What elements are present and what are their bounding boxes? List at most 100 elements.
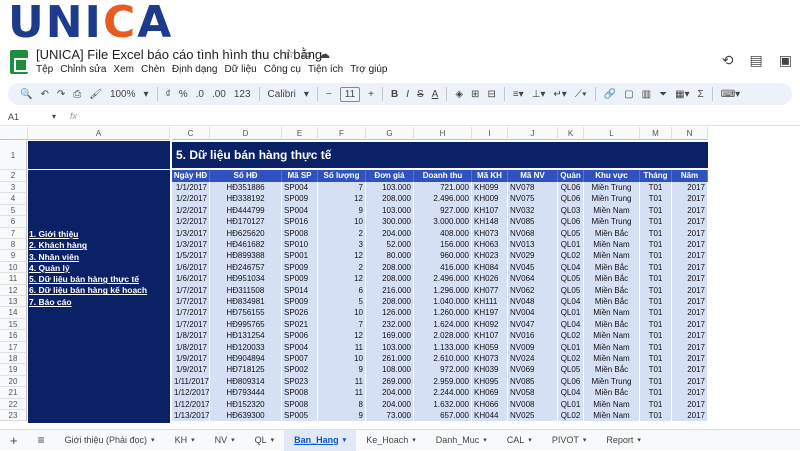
column-header[interactable]: L [584, 127, 640, 140]
menu-item[interactable]: Chèn [141, 64, 165, 75]
table-cell[interactable]: QL04 [558, 261, 584, 274]
table-cell[interactable]: 208.000 [366, 193, 414, 205]
table-cell[interactable]: HĐ834981 [210, 296, 282, 308]
table-cell[interactable]: 1/3/2017 [172, 227, 210, 239]
table-cell[interactable]: Miền Bắc [584, 273, 640, 285]
name-box-caret-icon[interactable]: ▾ [52, 112, 56, 121]
table-cell[interactable]: Miền Trung [584, 182, 640, 194]
table-cell[interactable]: 2017 [672, 398, 708, 410]
sheet-tab[interactable]: QL ▾ [245, 430, 285, 451]
table-cell[interactable]: SP002 [282, 364, 318, 376]
table-cell[interactable]: 2017 [672, 216, 708, 228]
table-cell[interactable]: 1.260.000 [414, 307, 472, 319]
star-icon[interactable]: ☆ [284, 47, 295, 61]
table-cell[interactable]: 156.000 [414, 239, 472, 251]
table-cell[interactable]: 126.000 [366, 307, 414, 319]
table-cell[interactable]: SP001 [282, 250, 318, 262]
input-tools-icon[interactable]: ⌨▾ [717, 89, 744, 100]
zoom-caret-icon[interactable]: ▾ [140, 89, 153, 100]
table-cell[interactable]: KH026 [472, 273, 508, 285]
table-cell[interactable]: 5 [318, 296, 366, 308]
table-cell[interactable]: KH077 [472, 284, 508, 296]
table-cell[interactable]: KH111 [472, 296, 508, 308]
table-cell[interactable]: NV016 [508, 330, 558, 342]
table-cell[interactable]: 1/7/2017 [172, 318, 210, 331]
table-cell[interactable]: HĐ793444 [210, 387, 282, 399]
table-cell[interactable]: QL06 [558, 375, 584, 388]
table-cell[interactable]: NV047 [508, 318, 558, 331]
table-cell[interactable]: 1/12/2017 [172, 387, 210, 399]
table-cell[interactable]: 12 [318, 330, 366, 342]
table-header-cell[interactable]: Quản lý [558, 170, 584, 192]
tab-caret-icon[interactable]: ▾ [637, 436, 641, 444]
table-cell[interactable]: HĐ444799 [210, 204, 282, 217]
row-header[interactable]: 11 [0, 273, 27, 285]
table-cell[interactable]: Miền Bắc [584, 364, 640, 376]
table-cell[interactable]: QL05 [558, 273, 584, 285]
table-cell[interactable]: SP021 [282, 318, 318, 331]
table-cell[interactable]: KH197 [472, 307, 508, 319]
row-header[interactable]: 16 [0, 330, 27, 342]
table-cell[interactable]: 10 [318, 216, 366, 228]
tab-caret-icon[interactable]: ▾ [271, 436, 275, 444]
table-cell[interactable]: QL06 [558, 193, 584, 205]
print-icon[interactable]: ⎙ [69, 89, 85, 100]
table-cell[interactable]: Miền Nam [584, 204, 640, 217]
table-cell[interactable]: HĐ625620 [210, 227, 282, 239]
table-cell[interactable]: 52.000 [366, 239, 414, 251]
table-cell[interactable]: 1.624.000 [414, 318, 472, 331]
table-cell[interactable]: 9 [318, 410, 366, 422]
table-header-cell[interactable]: Doanh thu [414, 170, 472, 182]
table-cell[interactable]: 927.000 [414, 204, 472, 217]
table-header-cell[interactable]: Mã KH [472, 170, 508, 182]
table-cell[interactable]: HĐ904894 [210, 353, 282, 365]
vertical-align-icon[interactable]: ⊥▾ [528, 89, 550, 100]
table-cell[interactable]: NV009 [508, 341, 558, 353]
table-cell[interactable]: 408.000 [414, 227, 472, 239]
column-header[interactable]: C [172, 127, 210, 140]
nav-link[interactable]: 1. Giới thiệu [29, 229, 147, 240]
table-cell[interactable]: NV048 [508, 296, 558, 308]
table-cell[interactable]: 232.000 [366, 318, 414, 331]
table-cell[interactable]: 204.000 [366, 398, 414, 410]
row-header[interactable]: 2 [0, 170, 27, 182]
table-cell[interactable]: QL02 [558, 330, 584, 342]
table-cell[interactable]: T01 [640, 193, 672, 205]
table-cell[interactable]: HĐ951034 [210, 273, 282, 285]
table-cell[interactable]: KH148 [472, 216, 508, 228]
table-cell[interactable]: 2.959.000 [414, 375, 472, 388]
table-cell[interactable]: NV032 [508, 204, 558, 217]
table-cell[interactable]: NV064 [508, 273, 558, 285]
table-cell[interactable]: 972.000 [414, 364, 472, 376]
table-cell[interactable]: 2017 [672, 204, 708, 217]
table-cell[interactable]: 103.000 [366, 204, 414, 217]
text-rotation-icon[interactable]: ⟋▾ [571, 89, 591, 100]
fill-color-icon[interactable]: ◈ [451, 89, 467, 100]
table-cell[interactable]: 2017 [672, 307, 708, 319]
table-cell[interactable]: HĐ351886 [210, 182, 282, 194]
sheet-tab[interactable]: Ke_Hoach ▾ [356, 430, 426, 451]
table-cell[interactable]: T01 [640, 284, 672, 296]
table-cell[interactable]: 7 [318, 182, 366, 194]
table-cell[interactable]: HĐ899388 [210, 250, 282, 262]
row-header[interactable]: 13 [0, 296, 27, 308]
tab-caret-icon[interactable]: ▾ [231, 436, 235, 444]
table-cell[interactable]: 11 [318, 387, 366, 399]
table-cell[interactable]: HĐ246757 [210, 261, 282, 274]
currency-format-button[interactable]: ₫ [162, 89, 175, 100]
table-cell[interactable]: 2 [318, 227, 366, 239]
column-header[interactable]: D [210, 127, 282, 140]
table-header-cell[interactable]: Khu vực [584, 170, 640, 182]
table-cell[interactable]: SP004 [282, 182, 318, 194]
row-header[interactable]: 1 [0, 141, 27, 170]
column-header[interactable]: G [366, 127, 414, 140]
table-cell[interactable]: 1/7/2017 [172, 284, 210, 296]
document-title[interactable]: [UNICA] File Excel báo cáo tình hình thu… [36, 47, 322, 62]
table-cell[interactable]: T01 [640, 216, 672, 228]
table-cell[interactable]: 169.000 [366, 330, 414, 342]
table-cell[interactable]: 1/3/2017 [172, 239, 210, 251]
column-header[interactable]: J [508, 127, 558, 140]
row-header[interactable]: 15 [0, 318, 27, 331]
column-header[interactable]: A [28, 127, 170, 140]
nav-link[interactable]: 3. Nhân viên [29, 252, 147, 263]
